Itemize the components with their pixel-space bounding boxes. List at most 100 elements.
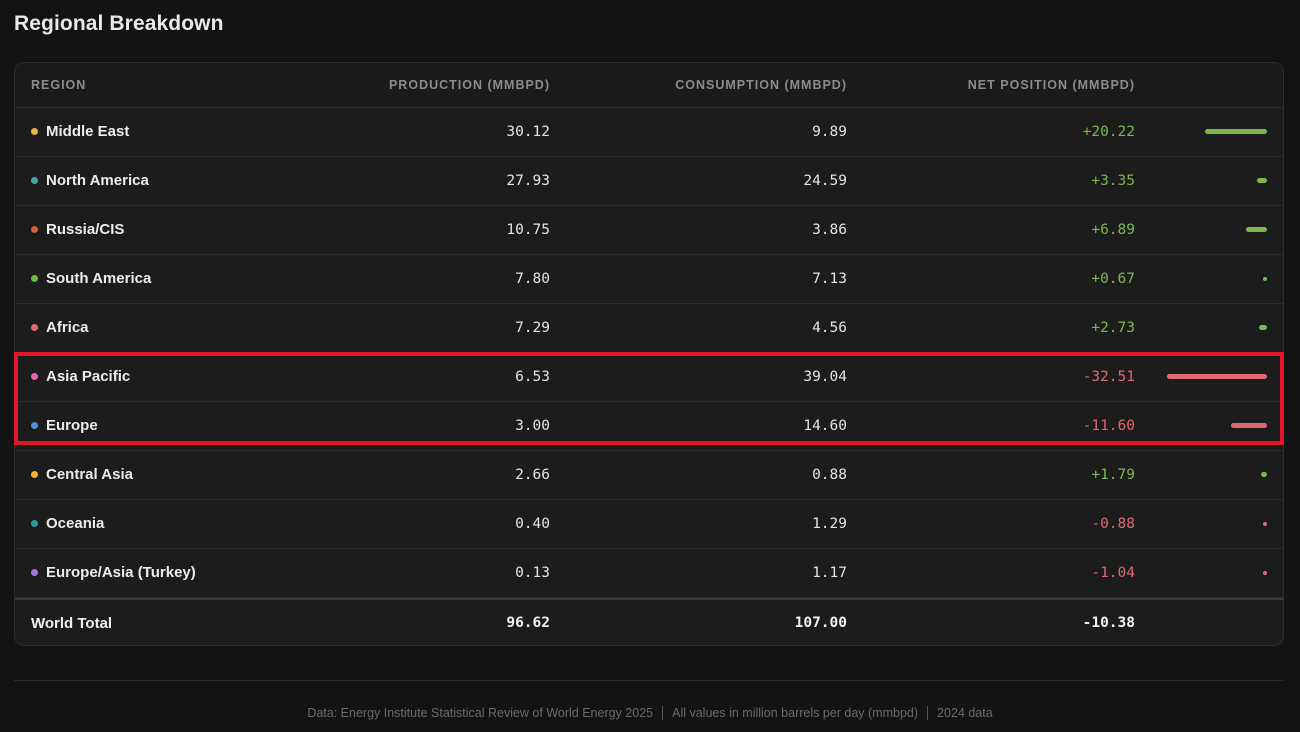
net-position-bar	[1205, 129, 1267, 134]
table-row[interactable]: Russia/CIS 10.75 3.86 +6.89	[15, 206, 1283, 255]
production-value: 2.66	[515, 467, 550, 483]
production-value: 7.29	[515, 320, 550, 336]
consumption-value: 1.29	[812, 516, 847, 532]
table-row[interactable]: North America 27.93 24.59 +3.35	[15, 157, 1283, 206]
net-position-bar-track	[1157, 304, 1267, 352]
net-position-bar	[1231, 423, 1267, 428]
region-name: North America	[46, 172, 149, 189]
net-position-value: +6.89	[1091, 222, 1135, 238]
region-color-dot	[31, 274, 38, 282]
header-net-position[interactable]: NET POSITION (MMBPD)	[968, 63, 1135, 108]
net-position-value: +20.22	[1082, 124, 1135, 140]
table-row[interactable]: Europe/Asia (Turkey) 0.13 1.17 -1.04	[15, 549, 1283, 598]
footer-source: Data: Energy Institute Statistical Revie…	[307, 706, 654, 720]
table-row[interactable]: Asia Pacific 6.53 39.04 -32.51	[15, 353, 1283, 402]
consumption-value: 3.86	[812, 222, 847, 238]
production-value: 10.75	[506, 222, 550, 238]
region-cell: Oceania	[31, 500, 104, 548]
region-name: Middle East	[46, 123, 130, 140]
net-position-bar-track	[1157, 108, 1267, 156]
table-body: Middle East 30.12 9.89 +20.22 North America 2…	[15, 108, 1283, 598]
net-position-bar	[1246, 227, 1267, 232]
consumption-value: 1.17	[812, 565, 847, 581]
consumption-value: 24.59	[803, 173, 847, 189]
production-value: 6.53	[515, 369, 550, 385]
production-value: 7.80	[515, 271, 550, 287]
table-row[interactable]: Oceania 0.40 1.29 -0.88	[15, 500, 1283, 549]
region-color-dot	[31, 519, 38, 527]
region-name: Russia/CIS	[46, 221, 125, 238]
total-label: World Total	[31, 615, 113, 632]
consumption-value: 4.56	[812, 320, 847, 336]
region-color-dot	[31, 372, 38, 380]
region-cell: Asia Pacific	[31, 353, 130, 401]
region-color-dot	[31, 225, 38, 233]
net-position-value: -11.60	[1082, 418, 1135, 434]
table-row[interactable]: Europe 3.00 14.60 -11.60	[15, 402, 1283, 451]
region-name: Europe/Asia (Turkey)	[46, 564, 196, 581]
header-region[interactable]: REGION	[31, 63, 86, 108]
region-color-dot	[31, 323, 38, 331]
net-position-bar	[1263, 571, 1267, 575]
table-row[interactable]: South America 7.80 7.13 +0.67	[15, 255, 1283, 304]
region-cell: Africa	[31, 304, 89, 352]
footer-units: All values in million barrels per day (m…	[672, 706, 919, 720]
net-position-bar-track	[1157, 206, 1267, 254]
footer-divider	[14, 680, 1284, 681]
net-position-bar-track	[1157, 402, 1267, 450]
header-production[interactable]: PRODUCTION (MMBPD)	[389, 63, 550, 108]
region-name: South America	[46, 270, 152, 287]
region-name: Central Asia	[46, 466, 133, 483]
region-color-dot	[31, 176, 38, 184]
net-position-bar-track	[1157, 549, 1267, 597]
consumption-value: 7.13	[812, 271, 847, 287]
header-consumption[interactable]: CONSUMPTION (MMBPD)	[675, 63, 847, 108]
region-color-dot	[31, 470, 38, 478]
region-color-dot	[31, 568, 38, 576]
production-value: 27.93	[506, 173, 550, 189]
production-value: 30.12	[506, 124, 550, 140]
net-position-bar	[1263, 277, 1267, 281]
net-position-value: +1.79	[1091, 467, 1135, 483]
net-position-bar	[1259, 325, 1267, 330]
table-header: REGION PRODUCTION (MMBPD) CONSUMPTION (M…	[15, 63, 1283, 108]
region-color-dot	[31, 421, 38, 429]
region-name: Africa	[46, 319, 89, 336]
total-consumption: 107.00	[794, 615, 847, 631]
net-position-bar	[1167, 374, 1267, 379]
total-row: World Total 96.62 107.00 -10.38	[15, 598, 1283, 645]
net-position-value: -32.51	[1082, 369, 1135, 385]
region-name: Asia Pacific	[46, 368, 131, 385]
region-cell: Europe	[31, 402, 98, 450]
regional-breakdown-page: Regional Breakdown REGION PRODUCTION (MM…	[0, 0, 1300, 732]
footer-year: 2024 data	[937, 706, 993, 720]
region-cell: North America	[31, 157, 149, 205]
net-position-bar-track	[1157, 451, 1267, 499]
net-position-value: +0.67	[1091, 271, 1135, 287]
region-cell: Russia/CIS	[31, 206, 124, 254]
region-cell: Central Asia	[31, 451, 133, 499]
table-row[interactable]: Middle East 30.12 9.89 +20.22	[15, 108, 1283, 157]
net-position-value: -1.04	[1091, 565, 1135, 581]
production-value: 0.40	[515, 516, 550, 532]
region-name: Europe	[46, 417, 98, 434]
region-cell: South America	[31, 255, 151, 303]
production-value: 3.00	[515, 418, 550, 434]
net-position-bar	[1261, 472, 1267, 477]
table-row[interactable]: Central Asia 2.66 0.88 +1.79	[15, 451, 1283, 500]
regional-table: REGION PRODUCTION (MMBPD) CONSUMPTION (M…	[14, 62, 1284, 646]
section-title: Regional Breakdown	[14, 12, 224, 35]
footer-separator	[662, 705, 664, 720]
table-row[interactable]: Africa 7.29 4.56 +2.73	[15, 304, 1283, 353]
net-position-value: +2.73	[1091, 320, 1135, 336]
region-color-dot	[31, 127, 38, 135]
consumption-value: 9.89	[812, 124, 847, 140]
net-position-bar	[1257, 178, 1267, 183]
region-name: Oceania	[46, 515, 105, 532]
net-position-value: +3.35	[1091, 173, 1135, 189]
region-cell: Middle East	[31, 108, 129, 156]
production-value: 0.13	[515, 565, 550, 581]
consumption-value: 0.88	[812, 467, 847, 483]
net-position-bar-track	[1157, 255, 1267, 303]
region-cell: Europe/Asia (Turkey)	[31, 549, 196, 597]
